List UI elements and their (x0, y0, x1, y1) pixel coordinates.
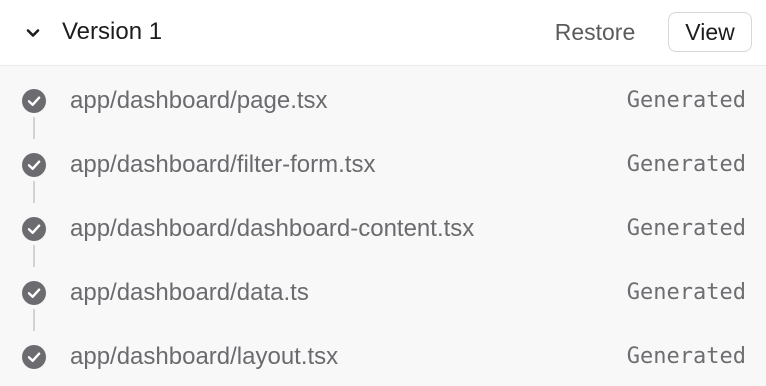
file-path: app/dashboard/data.ts (70, 279, 309, 306)
file-list: app/dashboard/page.tsx Generated app/das… (0, 66, 766, 386)
file-row[interactable]: app/dashboard/filter-form.tsx Generated (0, 130, 766, 194)
file-status: Generated (626, 216, 746, 241)
restore-button[interactable]: Restore (540, 16, 650, 48)
chevron-down-icon[interactable] (22, 22, 44, 44)
file-path: app/dashboard/dashboard-content.tsx (70, 215, 475, 242)
file-row[interactable]: app/dashboard/layout.tsx Generated (0, 322, 766, 386)
file-status: Generated (626, 152, 746, 177)
file-row[interactable]: app/dashboard/dashboard-content.tsx Gene… (0, 194, 766, 258)
file-path: app/dashboard/page.tsx (70, 87, 328, 114)
file-status: Generated (626, 344, 746, 369)
version-panel: Version 1 Restore View app/dashboard/pag… (0, 0, 766, 386)
version-title: Version 1 (62, 18, 163, 45)
file-row[interactable]: app/dashboard/data.ts Generated (0, 258, 766, 322)
file-path: app/dashboard/layout.tsx (70, 343, 339, 370)
file-status: Generated (626, 88, 746, 113)
check-circle-icon (22, 217, 46, 241)
check-circle-icon (22, 89, 46, 113)
file-status: Generated (626, 280, 746, 305)
view-button[interactable]: View (668, 12, 752, 52)
file-path: app/dashboard/filter-form.tsx (70, 151, 376, 178)
check-circle-icon (22, 281, 46, 305)
check-circle-icon (22, 345, 46, 369)
check-circle-icon (22, 153, 46, 177)
file-row[interactable]: app/dashboard/page.tsx Generated (0, 66, 766, 130)
version-header[interactable]: Version 1 Restore View (0, 0, 766, 66)
